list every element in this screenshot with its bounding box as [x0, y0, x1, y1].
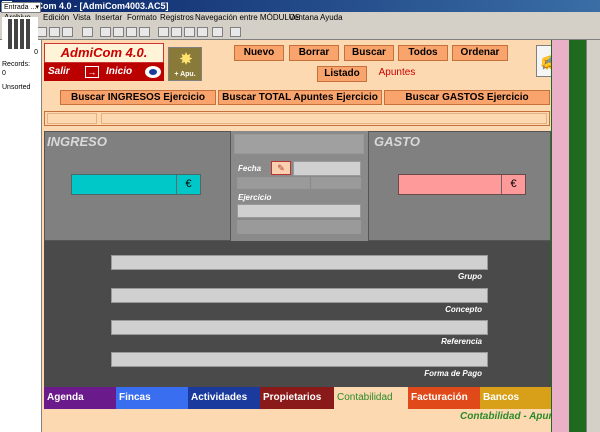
layout-icon[interactable]: [126, 27, 137, 37]
tab-actividades[interactable]: Actividades: [188, 387, 260, 409]
tab-propietarios[interactable]: Propietarios: [260, 387, 334, 409]
menu-ventana[interactable]: Ventana: [289, 12, 318, 24]
ejercicio-label: Ejercicio: [238, 193, 272, 202]
menu-vista[interactable]: Vista: [73, 12, 91, 24]
status-area: [0, 40, 42, 432]
right-border: [551, 40, 552, 432]
tab-agenda[interactable]: Agenda: [44, 387, 116, 409]
sort-status: Unsorted: [2, 84, 31, 91]
home-icon: [145, 66, 161, 78]
grupo-label: Grupo: [458, 272, 482, 281]
vertical-scrollbar[interactable]: [586, 40, 600, 432]
right-strip: [552, 40, 569, 432]
spell-icon[interactable]: [212, 27, 223, 37]
forma-pago-label: Forma de Pago: [424, 369, 482, 378]
menu-registros[interactable]: Registros: [160, 12, 194, 24]
browse-icon[interactable]: [100, 27, 111, 37]
record-number: 0: [34, 49, 38, 56]
records-value: 0: [2, 70, 6, 77]
fecha-field[interactable]: [293, 161, 361, 176]
buscar-total-button[interactable]: Buscar TOTAL Apuntes Ejercicio: [218, 90, 382, 105]
inicio-label: Inicio: [106, 66, 133, 77]
menu-ayuda[interactable]: Ayuda: [320, 12, 343, 24]
menu-formato[interactable]: Formato: [127, 12, 157, 24]
ejercicio-sub-field: [237, 220, 361, 234]
gasto-label: GASTO: [374, 134, 420, 149]
tab-bancos[interactable]: Bancos: [480, 387, 552, 409]
grupo-field[interactable]: [111, 255, 488, 270]
right-green-strip: [569, 40, 586, 432]
menu-navegacion[interactable]: Navegación entre MÓDULOS: [195, 12, 300, 24]
tab-apuntes[interactable]: Apuntes: [371, 66, 423, 82]
sort-icon[interactable]: [197, 27, 208, 37]
inicio-button[interactable]: Inicio: [102, 63, 164, 81]
tab-fincas[interactable]: Fincas: [116, 387, 188, 409]
concepto-label: Concepto: [445, 305, 482, 314]
concepto-field[interactable]: [111, 288, 488, 303]
calendar-icon[interactable]: ✎: [271, 161, 291, 175]
fecha-sub-field-2: [311, 177, 361, 189]
nuevo-button[interactable]: Nuevo: [234, 45, 284, 61]
gasto-currency: €: [501, 175, 525, 194]
preview-mode-icon[interactable]: [139, 27, 150, 37]
buscar-ingresos-button[interactable]: Buscar INGRESOS Ejercicio: [60, 90, 216, 105]
find-icon[interactable]: [113, 27, 124, 37]
add-apunte-label: + Apu.: [174, 71, 196, 78]
borrar-button[interactable]: Borrar: [289, 45, 339, 61]
referencia-field[interactable]: [111, 320, 488, 335]
form-icon[interactable]: [184, 27, 195, 37]
ingreso-field[interactable]: €: [71, 174, 201, 195]
star-icon: ✸: [179, 51, 193, 68]
top-field[interactable]: [234, 134, 364, 154]
copy-icon[interactable]: [49, 27, 60, 37]
salir-button[interactable]: Salir →: [44, 63, 102, 81]
info-strip: [44, 111, 550, 126]
title-bar: AdmiCom 4.0 - [AdmiCom4003.AC5]: [0, 0, 600, 12]
toolbar: [0, 24, 600, 40]
paste-icon[interactable]: [62, 27, 73, 37]
salir-label: Salir: [48, 66, 70, 77]
forma-pago-field[interactable]: [111, 352, 488, 367]
layout-select[interactable]: Entrada ...: [1, 2, 41, 13]
records-label: Records:: [2, 61, 31, 68]
tab-facturacion[interactable]: Facturación: [408, 387, 480, 409]
undo-icon[interactable]: [82, 27, 93, 37]
ingreso-label: INGRESO: [47, 134, 107, 149]
ejercicio-field[interactable]: [237, 204, 361, 218]
tab-listado[interactable]: Listado: [317, 66, 367, 82]
help-icon[interactable]: [230, 27, 241, 37]
fecha-label: Fecha: [238, 164, 262, 173]
ordenar-button[interactable]: Ordenar: [452, 45, 508, 61]
tab-contabilidad[interactable]: Contabilidad: [334, 387, 408, 409]
table-icon[interactable]: [171, 27, 182, 37]
records-info: Records: 0: [2, 60, 30, 78]
exit-icon: →: [85, 66, 99, 78]
app-logo: AdmiCom 4.0.: [44, 43, 164, 63]
referencia-label: Referencia: [441, 337, 482, 346]
book-icon[interactable]: [2, 17, 38, 53]
menu-insertar[interactable]: Insertar: [95, 12, 122, 24]
add-apunte-button[interactable]: ✸ + Apu.: [168, 47, 202, 81]
buscar-gastos-button[interactable]: Buscar GASTOS Ejercicio: [384, 90, 550, 105]
gasto-field[interactable]: €: [398, 174, 526, 195]
menu-edicion[interactable]: Edición: [43, 12, 69, 24]
list-icon[interactable]: [158, 27, 169, 37]
todos-button[interactable]: Todos: [398, 45, 448, 61]
buscar-button[interactable]: Buscar: [344, 45, 394, 61]
ingreso-currency: €: [176, 175, 200, 194]
fecha-sub-field-1: [237, 177, 310, 189]
menu-bar: Archivo Edición Vista Insertar Formato R…: [0, 12, 600, 24]
